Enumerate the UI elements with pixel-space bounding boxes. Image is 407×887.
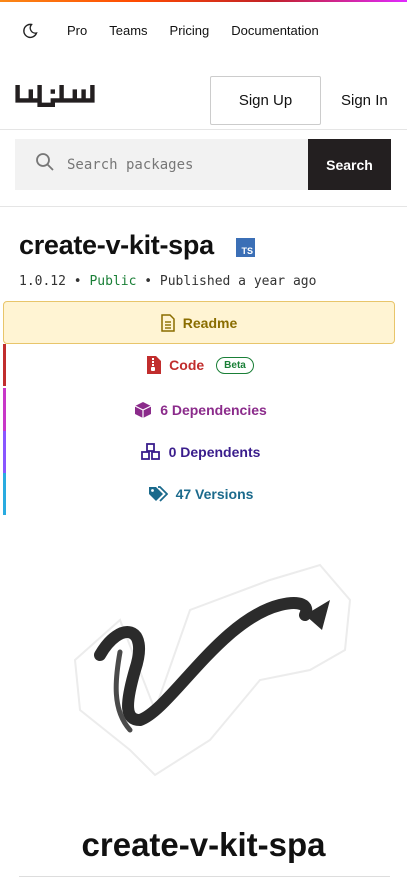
package-published: Published a year ago [159, 274, 317, 289]
divider [19, 876, 390, 877]
file-zip-icon [147, 356, 162, 374]
package-visibility: Public [89, 274, 137, 289]
npm-logo[interactable] [15, 85, 95, 112]
tab-versions-label: 47 Versions [175, 486, 254, 502]
tab-code[interactable]: Code Beta [3, 344, 395, 386]
readme-title: create-v-kit-spa [81, 826, 326, 863]
box-icon [134, 401, 152, 419]
tab-dependencies-label: 6 Dependencies [160, 401, 267, 418]
typescript-badge: TS [236, 238, 255, 257]
moon-icon[interactable] [20, 21, 40, 41]
tab-readme[interactable]: Readme [3, 301, 395, 344]
nav-link-documentation[interactable]: Documentation [231, 23, 318, 38]
search-bar: Search [0, 129, 407, 207]
tab-code-label: Code [169, 357, 205, 373]
sign-in-link[interactable]: Sign In [341, 92, 388, 109]
tab-dependents[interactable]: 0 Dependents [3, 431, 395, 473]
tab-dependencies[interactable]: 6 Dependencies [3, 388, 395, 431]
meta-separator: • [73, 274, 82, 289]
document-icon [161, 313, 175, 332]
package-version: 1.0.12 [19, 274, 66, 289]
beta-badge: Beta [216, 356, 254, 374]
sign-up-button[interactable]: Sign Up [210, 76, 321, 125]
search-icon [35, 152, 55, 177]
package-title: create-v-kit-spa [19, 230, 214, 260]
tab-dependents-label: 0 Dependents [168, 444, 261, 460]
cubes-icon [140, 443, 161, 461]
search-input[interactable] [67, 156, 297, 173]
meta-separator: • [144, 274, 153, 289]
tab-readme-label: Readme [182, 314, 238, 331]
tab-versions[interactable]: 47 Versions [3, 473, 395, 515]
search-field [15, 139, 308, 190]
nav-link-pro[interactable]: Pro [67, 23, 87, 38]
nav-link-teams[interactable]: Teams [109, 23, 147, 38]
package-logo-image [60, 560, 360, 785]
site-header: Sign Up Sign In [0, 59, 407, 129]
package-meta: 1.0.12 • Public • Published a year ago [19, 274, 316, 289]
search-button[interactable]: Search [308, 139, 391, 190]
top-nav: Pro Teams Pricing Documentation [0, 2, 407, 59]
tags-icon [148, 486, 168, 502]
nav-link-pricing[interactable]: Pricing [170, 23, 210, 38]
